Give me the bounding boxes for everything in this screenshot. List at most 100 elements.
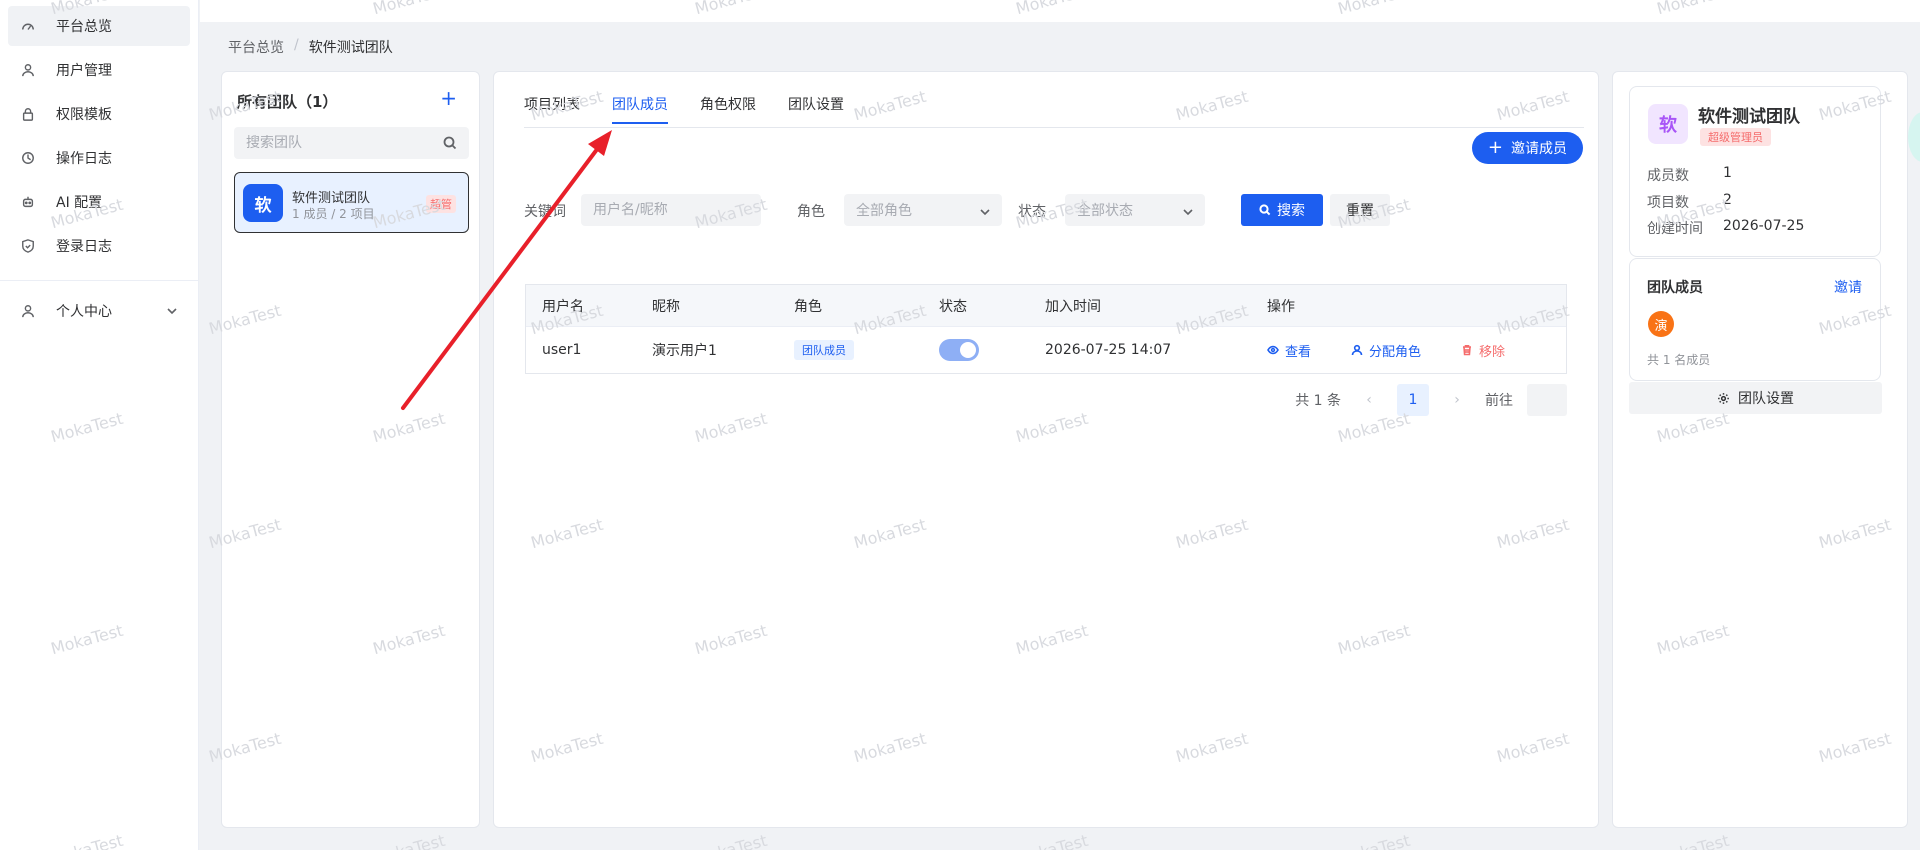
members-card-title: 团队成员 <box>1647 280 1703 296</box>
invite-member-label: 邀请成员 <box>1511 141 1567 157</box>
sidebar-item-label: 用户管理 <box>56 63 112 79</box>
prev-page-button[interactable]: ‹ <box>1355 386 1383 414</box>
invite-member-button[interactable]: + 邀请成员 <box>1471 132 1583 164</box>
column-header-joined: 加入时间 <box>1045 298 1101 315</box>
team-search-input[interactable] <box>246 135 426 151</box>
stat-label: 项目数 <box>1647 195 1689 211</box>
watermark-text: MokaTest <box>1654 830 1732 850</box>
sidebar-item-login-log[interactable]: 登录日志 <box>8 226 190 266</box>
team-search-box <box>234 127 469 159</box>
sidebar-item-operation-log[interactable]: 操作日志 <box>8 138 190 178</box>
sidebar-item-label: 平台总览 <box>56 19 112 35</box>
page-number[interactable]: 1 <box>1397 384 1429 416</box>
member-avatar[interactable]: 演 <box>1648 311 1674 337</box>
tab-team-settings[interactable]: 团队设置 <box>788 94 844 124</box>
keyword-input[interactable] <box>593 202 749 218</box>
cell-nickname: 演示用户1 <box>652 343 717 359</box>
sidebar-item-label: 个人中心 <box>56 304 112 320</box>
column-header-actions: 操作 <box>1267 298 1295 315</box>
cell-username: user1 <box>542 342 582 358</box>
search-icon[interactable] <box>443 136 457 150</box>
reset-button[interactable]: 重置 <box>1330 194 1390 226</box>
sidebar-item-overview[interactable]: 平台总览 <box>8 6 190 46</box>
chevron-down-icon <box>980 205 990 216</box>
chevron-down-icon <box>166 305 178 317</box>
cell-status <box>923 339 1029 361</box>
goto-page-input[interactable] <box>1527 384 1567 416</box>
chevron-down-icon <box>1183 205 1193 216</box>
search-icon <box>1259 204 1271 216</box>
stat-member-count: 成员数 1 <box>1647 165 1732 185</box>
trash-icon <box>1463 345 1472 356</box>
dashboard-icon <box>20 18 36 34</box>
remove-button[interactable]: 移除 <box>1461 341 1505 360</box>
stat-project-count: 项目数 2 <box>1647 192 1732 212</box>
sidebar-item-permission-templates[interactable]: 权限模板 <box>8 94 190 134</box>
column-header-nickname: 昵称 <box>652 298 680 315</box>
lock-icon <box>20 106 36 122</box>
sidebar-item-label: 操作日志 <box>56 151 112 167</box>
history-icon <box>20 150 36 166</box>
goto-label: 前往 <box>1485 393 1513 409</box>
column-header-role: 角色 <box>794 298 822 315</box>
team-role-badge: 超管 <box>426 195 456 213</box>
status-toggle[interactable] <box>939 339 979 361</box>
tab-bar: 项目列表 团队成员 角色权限 团队设置 <box>524 94 844 124</box>
role-tag: 团队成员 <box>794 340 854 360</box>
breadcrumb-item-current: 软件测试团队 <box>308 40 393 56</box>
sidebar: 平台总览 用户管理 权限模板 操作日志 AI 配置 登录日志 个人中心 <box>0 0 199 850</box>
stat-value: 2 <box>1723 192 1732 208</box>
stat-created-at: 创建时间 2026-07-25 <box>1647 218 1804 238</box>
team-settings-button[interactable]: 团队设置 <box>1629 382 1882 414</box>
team-info-role-badge: 超级管理员 <box>1700 128 1771 146</box>
team-avatar: 软 <box>243 184 283 222</box>
role-select-value: 全部角色 <box>856 203 912 219</box>
table-header: 用户名 昵称 角色 状态 加入时间 操作 <box>526 285 1566 327</box>
table-row: user1 演示用户1 团队成员 2026-07-25 14:07 查看 分配角… <box>526 327 1566 373</box>
status-select[interactable]: 全部状态 <box>1065 194 1205 226</box>
view-label: 查看 <box>1285 344 1312 360</box>
column-header-status: 状态 <box>939 298 967 315</box>
tab-divider <box>524 127 1584 128</box>
member-table: 用户名 昵称 角色 状态 加入时间 操作 user1 演示用户1 团队成员 20… <box>525 284 1567 374</box>
breadcrumb-item-overview[interactable]: 平台总览 <box>228 37 284 57</box>
floating-widget-edge[interactable] <box>1908 112 1920 162</box>
sidebar-item-label: 权限模板 <box>56 107 112 123</box>
user-icon <box>20 303 36 319</box>
sidebar-item-label: AI 配置 <box>56 195 103 211</box>
invite-link[interactable]: 邀请 <box>1834 277 1862 297</box>
team-list-item[interactable]: 软 软件测试团队 1 成员 / 2 项目 超管 <box>234 172 469 233</box>
search-button-label: 搜索 <box>1277 203 1305 219</box>
view-button[interactable]: 查看 <box>1267 341 1311 360</box>
tab-project-list[interactable]: 项目列表 <box>524 94 580 124</box>
tab-team-members[interactable]: 团队成员 <box>612 94 668 124</box>
shield-icon <box>20 238 36 254</box>
team-detail-panel: 项目列表 团队成员 角色权限 团队设置 + 邀请成员 关键词 角色 全部角色 状… <box>493 71 1599 828</box>
watermark-text: MokaTest <box>692 830 770 850</box>
tab-role-permissions[interactable]: 角色权限 <box>700 94 756 124</box>
assign-role-button[interactable]: 分配角色 <box>1351 341 1421 360</box>
keyword-field <box>581 194 761 226</box>
next-page-button[interactable]: › <box>1443 386 1471 414</box>
user-icon <box>1351 344 1363 356</box>
sidebar-item-label: 登录日志 <box>56 239 112 255</box>
role-select[interactable]: 全部角色 <box>844 194 1002 226</box>
sidebar-item-ai-config[interactable]: AI 配置 <box>8 182 190 222</box>
plus-icon: + <box>1487 137 1503 158</box>
column-header-username: 用户名 <box>542 298 584 315</box>
add-team-button[interactable]: + <box>440 88 457 108</box>
breadcrumb: 平台总览 / 软件测试团队 <box>228 37 393 57</box>
remove-label: 移除 <box>1479 344 1506 360</box>
top-bar <box>200 0 1920 22</box>
search-button[interactable]: 搜索 <box>1241 194 1323 226</box>
sidebar-item-users[interactable]: 用户管理 <box>8 50 190 90</box>
stat-value: 2026-07-25 <box>1723 218 1805 234</box>
stat-label: 创建时间 <box>1647 221 1703 237</box>
sidebar-item-profile[interactable]: 个人中心 <box>8 291 190 331</box>
team-info-name: 软件测试团队 <box>1698 107 1800 127</box>
team-meta: 1 成员 / 2 项目 <box>292 207 375 221</box>
gear-icon <box>1718 392 1729 404</box>
team-avatar: 软 <box>1648 104 1688 144</box>
status-label: 状态 <box>1018 204 1046 220</box>
sidebar-divider <box>0 280 198 281</box>
